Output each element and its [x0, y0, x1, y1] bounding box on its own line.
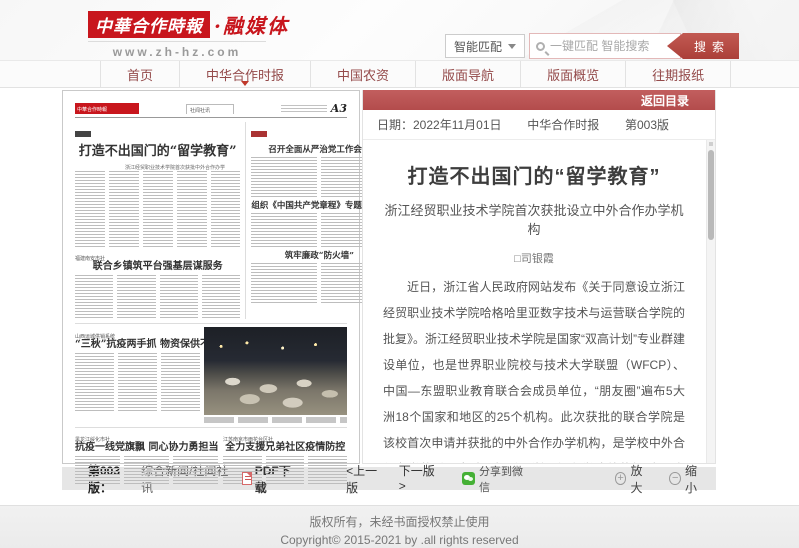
newspaper-lead-column: 打造不出国门的“留学教育” 浙江经贸职业技术学院首次获批中外合作办学 福建南安市… [75, 122, 246, 319]
main-content: 中華合作時報 社闻社讯 A3 打造不出国门的“留学教育” 浙江经贸职业技术学院首… [62, 90, 716, 464]
previous-page-link[interactable]: <上一版 [346, 462, 385, 496]
search-mode-select[interactable]: 智能匹配 [445, 34, 525, 58]
article-author: □司银霞 [383, 250, 685, 266]
article-paper-name: 中华合作时报 [527, 116, 599, 133]
newspaper-lead-subtitle: 浙江经贸职业技术学院首次获批中外合作办学 [75, 161, 240, 169]
next-page-link[interactable]: 下一版 > [399, 462, 441, 496]
nav-item-page-navigation[interactable]: 版面导航 [416, 61, 521, 87]
newspaper-dateline-lines [281, 105, 327, 112]
search-mode-label: 智能匹配 [454, 38, 502, 55]
newspaper-article-tag: 江苏南京市雨花台区社 [223, 433, 347, 441]
nav-label: 版面导航 [442, 65, 494, 84]
article-paragraph: 近日，浙江省人民政府网站发布《关于同意设立浙江经贸职业技术学院哈格哈里亚数字技术… [383, 274, 685, 463]
zoom-in-icon: + [615, 472, 627, 485]
nav-item-page-overview[interactable]: 版面概览 [521, 61, 626, 87]
zoom-out-button[interactable]: − 缩小 [669, 462, 706, 496]
logo-text: 中華合作時報 [95, 12, 203, 37]
search-area: 智能匹配 搜索 [445, 33, 739, 59]
newspaper-photo-caption [204, 417, 347, 423]
search-box: 搜索 [529, 33, 739, 59]
article-body: 打造不出国门的“留学教育” 浙江经贸职业技术学院首次获批设立中外合作办学机构 □… [363, 140, 715, 463]
nav-label: 往期报纸 [652, 65, 704, 84]
article-subtitle: 浙江经贸职业技术学院首次获批设立中外合作办学机构 [383, 200, 685, 238]
site-header: 中華合作時報 ·融媒体 www.zh-hz.com 智能匹配 搜索 [0, 0, 799, 60]
article-date: 日期：2022年11月01日 [377, 116, 502, 133]
newspaper-headline: 抗疫一线党旗飘 同心协力勇担当 [75, 442, 218, 454]
newspaper-body-columns [75, 171, 240, 249]
newspaper-body-columns [75, 353, 200, 411]
nav-label: 版面概览 [547, 65, 599, 84]
newspaper-article-tag: 山西运城供销系统 [75, 330, 200, 338]
newspaper-masthead-row: 中華合作時報 社闻社讯 A3 [75, 102, 347, 118]
zoom-in-button[interactable]: + 放大 [615, 462, 652, 496]
newspaper-article-tag: 福建南安市社 [75, 252, 240, 260]
newspaper-article-sanqiu: 山西运城供销系统 “三秋”抗疫两手抓 物资保供不放松 [75, 327, 200, 423]
pdf-icon [242, 472, 252, 485]
article-panel: 返回目录 日期：2022年11月01日 中华合作时报 第003版 打造不出国门的… [362, 90, 716, 464]
main-nav: 首页 中华合作时报 中国农资 版面导航 版面概览 往期报纸 [0, 60, 799, 88]
search-icon [536, 42, 545, 51]
logo[interactable]: 中華合作時報 ·融媒体 www.zh-hz.com [88, 10, 289, 59]
nav-label: 首页 [127, 65, 153, 84]
newspaper-section-chip [75, 131, 91, 137]
nav-item-home[interactable]: 首页 [100, 61, 180, 87]
chevron-down-icon [508, 44, 516, 49]
site-url: www.zh-hz.com [88, 41, 266, 59]
nav-item-past-issues[interactable]: 往期报纸 [626, 61, 731, 87]
copyright-line-en: Copyright© 2015-2021 by .all rights rese… [0, 533, 799, 547]
newspaper-facsimile: 中華合作時報 社闻社讯 A3 打造不出国门的“留学教育” 浙江经贸职业技术学院首… [75, 102, 347, 452]
newspaper-page-thumbnail[interactable]: 中華合作時報 社闻社讯 A3 打造不出国门的“留学教育” 浙江经贸职业技术学院首… [62, 90, 360, 464]
zoom-out-icon: − [669, 472, 681, 485]
scrollbar-thumb[interactable] [708, 150, 714, 240]
newspaper-body-columns [75, 456, 218, 486]
nav-item-zhongguo-nongzi[interactable]: 中国农资 [311, 61, 416, 87]
zoom-out-label: 缩小 [685, 462, 706, 496]
newspaper-page-marker: A3 [281, 102, 347, 115]
share-label: 分享到微信 [479, 463, 529, 495]
nav-label: 中国农资 [337, 65, 389, 84]
article-meta-row: 日期：2022年11月01日 中华合作时报 第003版 [363, 110, 715, 140]
search-field [529, 33, 681, 59]
newspaper-masthead-logo: 中華合作時報 [75, 103, 139, 114]
nav-item-zhonghua-hezuo-shibao[interactable]: 中华合作时报 [180, 61, 311, 87]
logo-box: 中華合作時報 [88, 11, 210, 38]
active-tab-triangle-icon [241, 81, 249, 86]
site-footer: 版权所有，未经书面授权禁止使用 Copyright© 2015-2021 by … [0, 505, 799, 548]
wechat-icon [462, 472, 475, 485]
copyright-line-cn: 版权所有，未经书面授权禁止使用 [0, 513, 799, 530]
newspaper-lead-headline: 打造不出国门的“留学教育” [75, 144, 240, 160]
article-panel-header-bar: 返回目录 [363, 90, 715, 110]
newspaper-body-columns [75, 275, 240, 319]
zoom-in-label: 放大 [630, 462, 651, 496]
newspaper-article-kangyi: 黑龙江绥化市社 抗疫一线党旗飘 同心协力勇担当 [75, 430, 218, 486]
newspaper-section-tab: 社闻社讯 [186, 104, 234, 114]
newspaper-article-tag: 黑龙江绥化市社 [75, 433, 218, 441]
page: 中華合作時報 ·融媒体 www.zh-hz.com 智能匹配 搜索 首页 中华 [0, 0, 799, 548]
share-to-wechat-button[interactable]: 分享到微信 [462, 463, 529, 495]
newspaper-headline: “三秋”抗疫两手抓 物资保供不放松 [75, 339, 200, 351]
newspaper-photo [204, 327, 347, 415]
back-to-index-button[interactable]: 返回目录 [641, 92, 689, 109]
newspaper-section-chip [251, 131, 267, 137]
article-title: 打造不出国门的“留学教育” [383, 160, 685, 189]
newspaper-headline: 全力支援兄弟社区疫情防控 [223, 442, 347, 454]
article-page-number: 第003版 [625, 116, 669, 133]
scrollbar-up-arrow[interactable] [709, 142, 713, 146]
article-scrollbar[interactable] [706, 140, 715, 463]
logo-suffix: ·融媒体 [214, 10, 289, 39]
search-input[interactable] [550, 39, 660, 53]
newspaper-headline: 联合乡镇筑平台强基层谋服务 [75, 261, 240, 273]
